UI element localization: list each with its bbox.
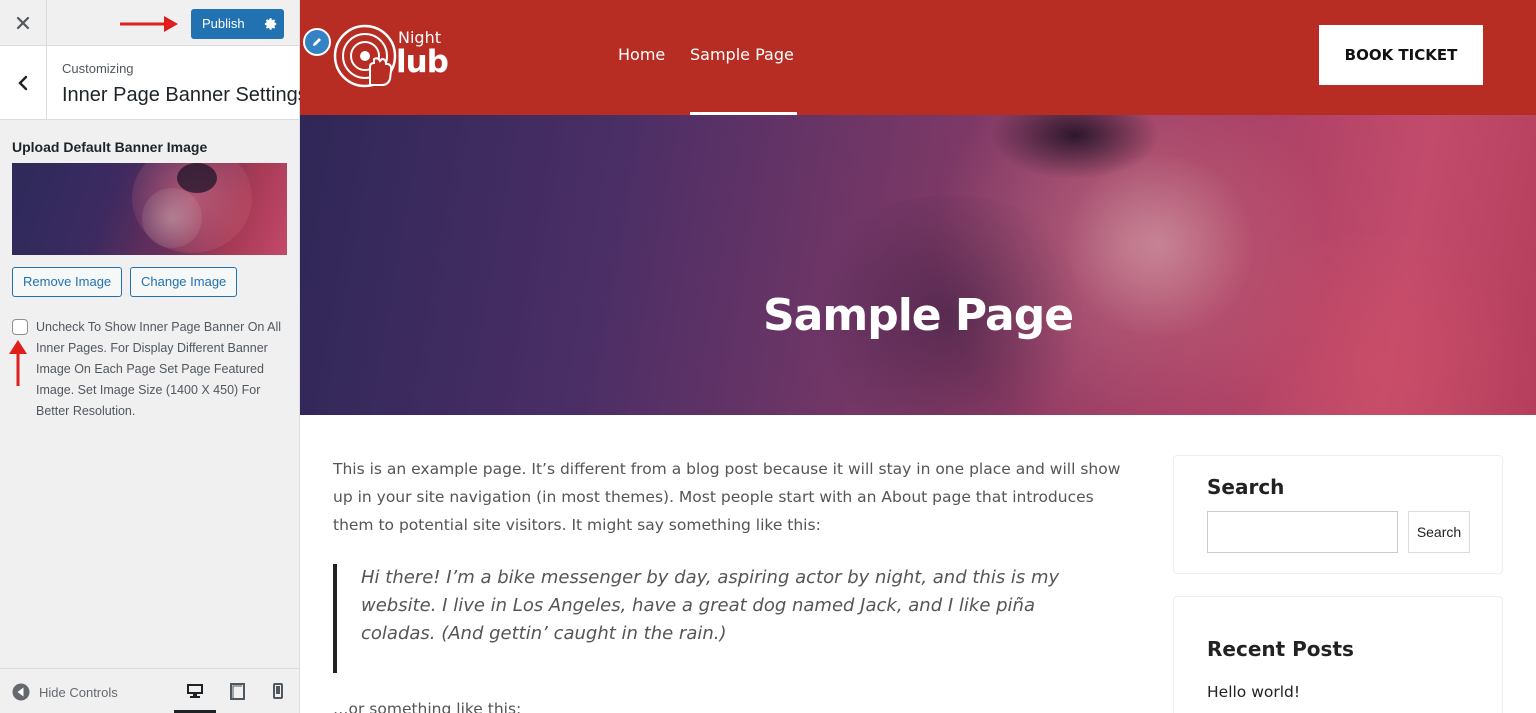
- blockquote: Hi there! I’m a bike messenger by day, a…: [333, 564, 1123, 673]
- search-widget-title: Search: [1207, 475, 1285, 499]
- recent-posts-title: Recent Posts: [1207, 637, 1354, 661]
- hide-controls-button[interactable]: Hide Controls: [12, 683, 118, 701]
- control-title: Upload Default Banner Image: [12, 139, 208, 155]
- customizer-footer: Hide Controls: [0, 668, 299, 713]
- page-banner: Sample Page: [300, 115, 1536, 415]
- nav-item-home[interactable]: Home: [618, 45, 665, 64]
- remove-image-button[interactable]: Remove Image: [12, 267, 123, 297]
- close-customizer-button[interactable]: [0, 0, 47, 46]
- checkbox-label: Uncheck To Show Inner Page Banner On All…: [36, 320, 282, 418]
- search-button[interactable]: Search: [1408, 511, 1470, 553]
- search-input[interactable]: [1207, 511, 1398, 553]
- customizer-sidebar: Publish Customizing Inner Page Banner Se…: [0, 0, 308, 713]
- tablet-icon: [229, 682, 245, 700]
- customizer-header: Publish: [0, 0, 299, 46]
- paragraph-line: This is an example page. It’s different …: [333, 460, 1121, 478]
- paragraph-line: them to potential site visitors. It migh…: [333, 516, 821, 534]
- recent-posts-widget: Recent Posts Hello world!: [1173, 596, 1503, 713]
- search-widget: Search Search: [1173, 455, 1503, 574]
- change-image-button[interactable]: Change Image: [130, 267, 238, 297]
- back-button[interactable]: [0, 46, 47, 119]
- banner-image-thumbnail[interactable]: [12, 163, 287, 255]
- hide-controls-label: Hide Controls: [39, 684, 118, 700]
- desktop-preview-button[interactable]: [185, 681, 205, 701]
- publish-group: Publish: [191, 9, 284, 39]
- annotation-arrow-icon: [9, 340, 27, 386]
- show-banner-checkbox[interactable]: [12, 319, 28, 335]
- page-title: Sample Page: [762, 290, 1074, 341]
- section-header: Customizing Inner Page Banner Settings: [0, 46, 308, 120]
- gear-icon: [264, 18, 276, 30]
- desktop-icon: [187, 684, 203, 698]
- edit-shortcut-button[interactable]: [303, 28, 331, 56]
- publish-button[interactable]: Publish: [191, 9, 257, 39]
- paragraph-after-quote: …or something like this:: [333, 700, 522, 713]
- quote-line: Hi there! I’m a bike messenger by day, a…: [361, 567, 1060, 588]
- recent-post-link[interactable]: Hello world!: [1207, 683, 1300, 701]
- annotation-arrow-icon: [120, 16, 178, 32]
- pencil-icon: [313, 38, 321, 46]
- site-header: Night lub Home Sample Page BOOK TICKET: [300, 0, 1536, 115]
- customizing-label: Customizing: [62, 61, 134, 76]
- quote-line: coladas. (And gettin’ caught in the rain…: [361, 623, 727, 644]
- collapse-arrow-icon: [12, 683, 30, 701]
- nav-item-sample-page[interactable]: Sample Page: [690, 45, 794, 64]
- publish-settings-button[interactable]: [257, 9, 284, 39]
- book-ticket-button[interactable]: BOOK TICKET: [1319, 25, 1483, 85]
- chevron-left-icon: [18, 75, 28, 90]
- close-icon: [16, 16, 30, 30]
- paragraph-line: up in your site navigation (in most them…: [333, 488, 1094, 506]
- quote-line: website. I live in Los Angeles, have a g…: [361, 595, 1035, 616]
- mobile-icon: [273, 683, 283, 699]
- logo-text-bottom: lub: [396, 44, 449, 80]
- tablet-preview-button[interactable]: [227, 681, 247, 701]
- section-title: Inner Page Banner Settings: [62, 84, 308, 106]
- site-preview: Night lub Home Sample Page BOOK TICKET S…: [300, 0, 1536, 713]
- site-logo-icon[interactable]: [332, 23, 398, 89]
- page-content: This is an example page. It’s different …: [333, 455, 1153, 539]
- mobile-preview-button[interactable]: [268, 681, 288, 701]
